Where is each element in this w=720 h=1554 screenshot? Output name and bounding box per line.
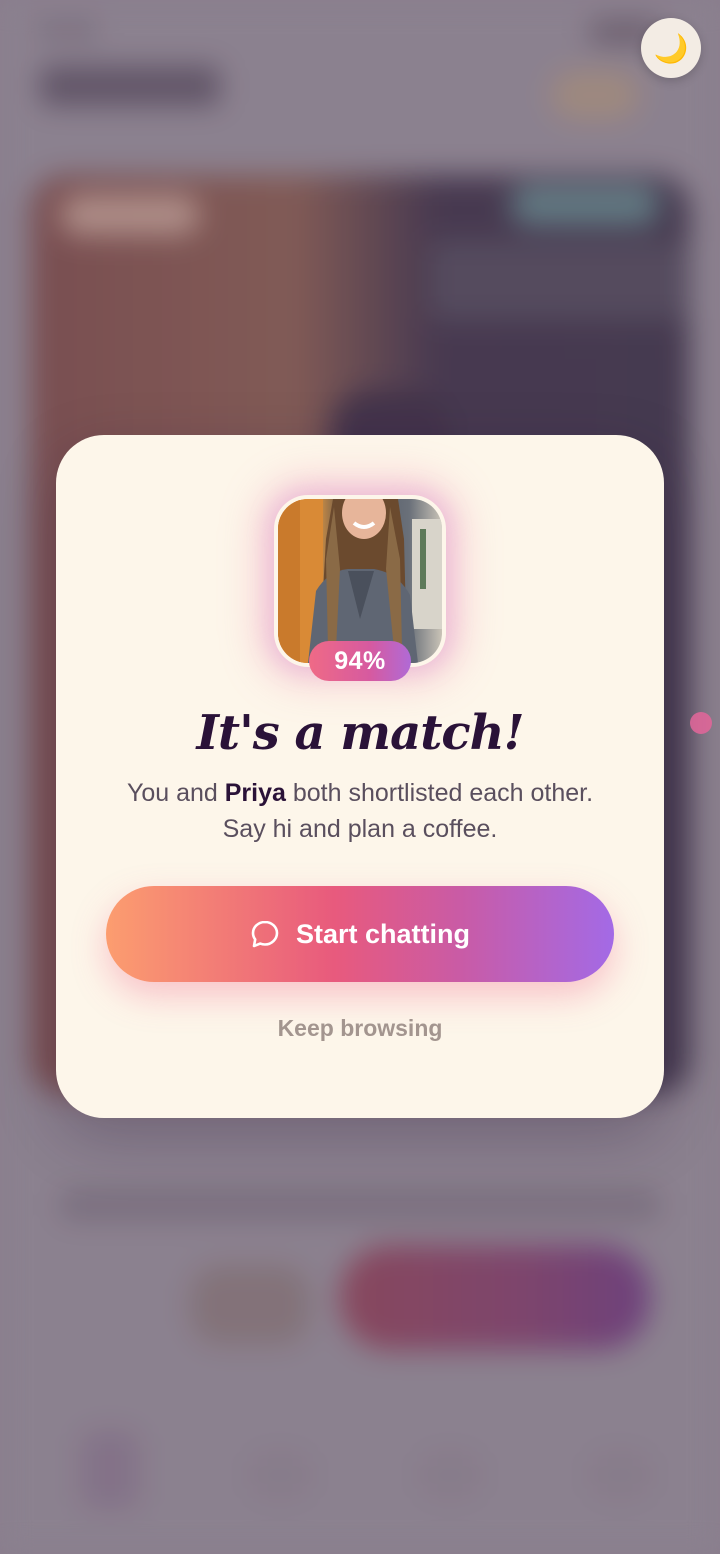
match-photo xyxy=(278,499,442,663)
subtitle-prefix: You and xyxy=(126,779,225,807)
match-modal: 94% It's a match! You and Priya both sho… xyxy=(56,435,664,1118)
start-chatting-button[interactable]: Start chatting xyxy=(106,886,614,982)
chat-bubble-icon xyxy=(250,919,280,949)
subtitle-suffix: both shortlisted each other. xyxy=(285,779,594,807)
theme-toggle-button[interactable]: 🌙 xyxy=(641,18,701,78)
moon-icon: 🌙 xyxy=(653,32,689,64)
match-percent-badge: 94% xyxy=(309,641,411,681)
person-photo-icon xyxy=(278,499,442,663)
start-chatting-label: Start chatting xyxy=(295,918,470,949)
match-subtitle-line-2: Say hi and plan a coffee. xyxy=(222,815,498,843)
match-subtitle: You and Priya both shortlisted each othe… xyxy=(56,775,664,847)
match-subtitle-line-1: You and Priya both shortlisted each othe… xyxy=(56,775,664,811)
match-name: Priya xyxy=(224,779,286,807)
keep-browsing-button[interactable]: Keep browsing xyxy=(56,1015,664,1042)
side-indicator-dot xyxy=(690,712,712,734)
match-headline: It's a match! xyxy=(196,705,524,761)
